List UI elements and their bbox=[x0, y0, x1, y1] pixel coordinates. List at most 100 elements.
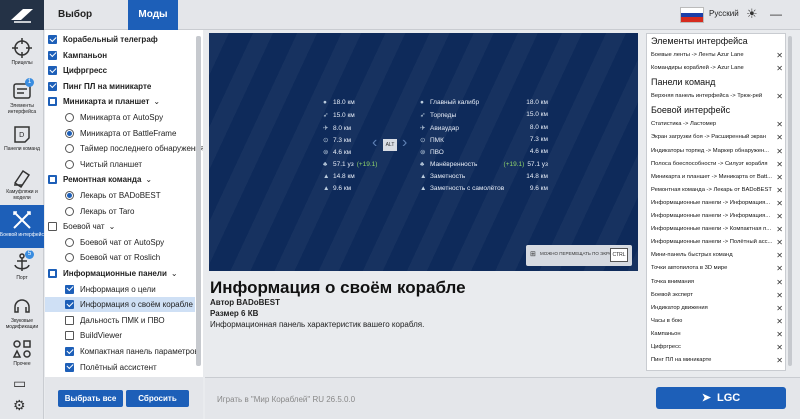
mod-checkbox[interactable] bbox=[48, 175, 57, 185]
remove-icon[interactable]: ✕ bbox=[776, 223, 783, 236]
chevron-down-icon[interactable]: ⌄ bbox=[153, 94, 160, 109]
mod-checkbox[interactable] bbox=[48, 97, 57, 107]
mod-radio[interactable] bbox=[65, 191, 74, 200]
maneuver-icon: ♣ bbox=[323, 160, 328, 168]
language-label[interactable]: Русский bbox=[709, 9, 739, 18]
mod-checkbox[interactable] bbox=[48, 50, 57, 60]
mod-checkbox[interactable] bbox=[65, 300, 74, 310]
mod-radio[interactable] bbox=[65, 159, 74, 169]
remove-icon[interactable]: ✕ bbox=[776, 289, 783, 302]
mod-checkbox[interactable] bbox=[65, 362, 74, 372]
mod-row[interactable]: Информация о своём корабле bbox=[45, 297, 195, 313]
remove-icon[interactable]: ✕ bbox=[776, 302, 783, 315]
mod-row[interactable]: Информация о цели bbox=[45, 282, 195, 297]
gear-icon[interactable]: ⚙ bbox=[13, 397, 26, 414]
remove-icon[interactable]: ✕ bbox=[776, 158, 783, 171]
mod-row[interactable]: Лекарь от BADoBEST bbox=[45, 188, 195, 203]
sidebar-item-port[interactable]: 5 Порт bbox=[0, 248, 44, 291]
left-stat: ▲ 14.8 км bbox=[323, 173, 355, 180]
mod-checkbox[interactable] bbox=[48, 35, 57, 44]
remove-icon[interactable]: ✕ bbox=[776, 62, 783, 75]
remove-icon[interactable]: ✕ bbox=[776, 171, 783, 184]
mod-radio[interactable] bbox=[65, 113, 74, 122]
remove-icon[interactable]: ✕ bbox=[776, 197, 783, 210]
remove-icon[interactable]: ✕ bbox=[776, 315, 783, 328]
mod-checkbox[interactable] bbox=[48, 66, 57, 76]
minimize-icon[interactable]: — bbox=[770, 7, 782, 21]
mod-radio[interactable] bbox=[65, 144, 74, 154]
remove-icon[interactable]: ✕ bbox=[776, 354, 783, 367]
mod-checkbox[interactable] bbox=[65, 315, 74, 325]
remove-icon[interactable]: ✕ bbox=[776, 262, 783, 275]
theme-sun-icon[interactable]: ☀ bbox=[746, 7, 758, 21]
selected-mod-label: Индикатор движения bbox=[651, 304, 708, 311]
remove-icon[interactable]: ✕ bbox=[776, 145, 783, 158]
tab-choose-client[interactable]: Выбор клиента bbox=[44, 0, 128, 50]
mod-row[interactable]: Ремонтная команда ⌄ bbox=[45, 172, 195, 187]
battle-interface-icon bbox=[13, 211, 31, 229]
mod-row[interactable]: Миникарта и планшет ⌄ bbox=[45, 94, 195, 109]
mod-list-scrollbar[interactable] bbox=[196, 36, 201, 366]
mod-row[interactable]: BuildViewer bbox=[45, 328, 195, 343]
mod-row[interactable]: Боевой чат от AutoSpy bbox=[45, 235, 195, 250]
air-detect-icon: ▲ bbox=[323, 185, 330, 193]
mod-row[interactable]: Боевой чат ⌄ bbox=[45, 219, 195, 234]
sidebar-item-misc[interactable]: Прочее bbox=[0, 334, 44, 377]
remove-icon[interactable]: ✕ bbox=[776, 249, 783, 262]
mod-row[interactable]: Информационные панели ⌄ bbox=[45, 266, 195, 281]
mod-row[interactable]: Полётный ассистент bbox=[45, 360, 195, 375]
sidebar-item-interface-elements[interactable]: 1 Элементы интерфейса bbox=[0, 76, 44, 119]
mod-radio[interactable] bbox=[65, 128, 74, 138]
sidebar-item-command-panels[interactable]: D Панели команд bbox=[0, 119, 44, 162]
mod-row[interactable]: Миникарта от AutoSpy bbox=[45, 110, 195, 125]
remove-icon[interactable]: ✕ bbox=[776, 236, 783, 249]
sidebar-item-battle-interface[interactable]: Боевой интерфейс bbox=[0, 205, 44, 248]
mod-checkbox[interactable] bbox=[65, 284, 74, 294]
mod-radio[interactable] bbox=[65, 253, 74, 263]
reset-button[interactable]: Сбросить bbox=[126, 390, 189, 407]
mod-checkbox[interactable] bbox=[65, 331, 74, 341]
mod-checkbox[interactable] bbox=[48, 269, 57, 278]
select-all-button[interactable]: Выбрать все bbox=[58, 390, 123, 407]
mod-row[interactable]: Пинг ПЛ на миникарте bbox=[45, 79, 195, 94]
mod-row[interactable]: Лекарь от Taro bbox=[45, 204, 195, 219]
chat-icon[interactable]: ▭ bbox=[13, 375, 26, 392]
mod-checkbox[interactable] bbox=[48, 81, 57, 91]
chevron-down-icon[interactable]: ⌄ bbox=[109, 219, 116, 234]
mod-radio[interactable] bbox=[65, 206, 74, 216]
mod-row[interactable]: Компактная панель параметров bbox=[45, 344, 199, 359]
launch-lgc-button[interactable]: ➤ LGC bbox=[656, 387, 786, 409]
sidebar-item-sound[interactable]: Звуковые модификации bbox=[0, 291, 44, 334]
selected-mods-scrollbar[interactable] bbox=[788, 36, 792, 366]
mod-row[interactable]: Дальность ПМК и ПВО bbox=[45, 313, 195, 328]
crosshair-icon bbox=[12, 38, 32, 58]
sidebar-item-camouflage[interactable]: Камуфляжи и модели bbox=[0, 162, 44, 205]
remove-icon[interactable]: ✕ bbox=[776, 210, 783, 223]
mod-label: Миникарта и планшет bbox=[63, 97, 150, 107]
selected-mod-item: Кампаньон ✕ bbox=[651, 328, 785, 341]
mod-row[interactable]: Корабельный телеграф bbox=[45, 32, 195, 47]
mod-radio[interactable] bbox=[65, 237, 74, 247]
remove-icon[interactable]: ✕ bbox=[776, 49, 783, 62]
remove-icon[interactable]: ✕ bbox=[776, 184, 783, 197]
remove-icon[interactable]: ✕ bbox=[776, 341, 783, 354]
mod-row[interactable]: Чистый планшет bbox=[45, 157, 195, 172]
sidebar-item-crosshairs[interactable]: Прицелы bbox=[0, 33, 44, 76]
mod-row[interactable]: Таймер последнего обнаружения bbox=[45, 141, 203, 156]
remove-icon[interactable]: ✕ bbox=[776, 328, 783, 341]
chevron-down-icon[interactable]: ⌄ bbox=[171, 266, 178, 281]
mod-row[interactable]: Цифргресс bbox=[45, 63, 195, 78]
remove-icon[interactable]: ✕ bbox=[776, 118, 783, 131]
remove-icon[interactable]: ✕ bbox=[776, 276, 783, 289]
mod-checkbox[interactable] bbox=[48, 222, 57, 232]
mod-row[interactable]: Кампаньон bbox=[45, 48, 195, 63]
mod-label: Информационные панели bbox=[63, 269, 167, 278]
chevron-down-icon[interactable]: ⌄ bbox=[145, 172, 152, 187]
russia-flag-icon[interactable] bbox=[680, 7, 704, 23]
remove-icon[interactable]: ✕ bbox=[776, 131, 783, 144]
remove-icon[interactable]: ✕ bbox=[776, 90, 783, 103]
mod-checkbox[interactable] bbox=[65, 347, 74, 356]
tab-mods[interactable]: Моды bbox=[128, 0, 178, 30]
mod-row[interactable]: Боевой чат от Roslich bbox=[45, 250, 195, 265]
mod-row[interactable]: Миникарта от BattleFrame bbox=[45, 126, 195, 141]
